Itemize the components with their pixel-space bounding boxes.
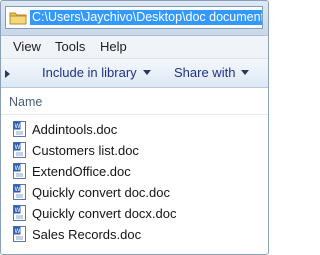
file-name: ExtendOffice.doc (32, 164, 131, 179)
include-in-library-button[interactable]: Include in library (42, 65, 151, 81)
word-doc-icon: W (13, 226, 26, 242)
word-doc-icon: W (13, 142, 26, 158)
chevron-down-icon (241, 70, 250, 75)
file-name: Addintools.doc (32, 122, 118, 137)
file-row[interactable]: W Quickly convert docx.doc (1, 203, 268, 224)
column-name-header[interactable]: Name (9, 95, 42, 109)
file-row[interactable]: W Sales Records.doc (1, 224, 268, 245)
menu-bar: View Tools Help (1, 36, 268, 59)
file-name: Quickly convert doc.doc (32, 185, 171, 200)
address-bar: C:\Users\Jaychivo\Desktop\doc documents (1, 1, 268, 36)
include-in-library-label: Include in library (42, 65, 137, 80)
menu-help[interactable]: Help (100, 39, 127, 55)
file-name: Sales Records.doc (32, 227, 142, 242)
folder-icon (9, 12, 27, 25)
svg-text:W: W (15, 123, 21, 130)
svg-text:W: W (15, 186, 21, 193)
menu-tools[interactable]: Tools (55, 39, 85, 55)
file-row[interactable]: W Quickly convert doc.doc (1, 182, 268, 203)
share-with-button[interactable]: Share with (174, 65, 250, 81)
word-doc-icon: W (13, 121, 26, 137)
file-name: Customers list.doc (32, 143, 139, 158)
overflow-chevron-icon[interactable] (5, 70, 10, 78)
menu-view[interactable]: View (13, 39, 41, 55)
file-row[interactable]: W Customers list.doc (1, 140, 268, 161)
word-doc-icon: W (13, 184, 26, 200)
command-bar: Include in library Share with (1, 59, 268, 88)
svg-text:W: W (15, 228, 21, 235)
file-name: Quickly convert docx.doc (32, 206, 177, 221)
address-field[interactable]: C:\Users\Jaychivo\Desktop\doc documents (5, 6, 263, 29)
svg-text:W: W (15, 165, 21, 172)
explorer-window: C:\Users\Jaychivo\Desktop\doc documents … (0, 0, 269, 255)
svg-text:W: W (15, 144, 21, 151)
word-doc-icon: W (13, 163, 26, 179)
address-path[interactable]: C:\Users\Jaychivo\Desktop\doc documents (30, 10, 262, 25)
svg-text:W: W (15, 207, 21, 214)
file-row[interactable]: W Addintools.doc (1, 119, 268, 140)
file-row[interactable]: W ExtendOffice.doc (1, 161, 268, 182)
word-doc-icon: W (13, 205, 26, 221)
share-with-label: Share with (174, 65, 236, 80)
column-header: Name (1, 88, 268, 115)
chevron-down-icon (142, 70, 151, 75)
